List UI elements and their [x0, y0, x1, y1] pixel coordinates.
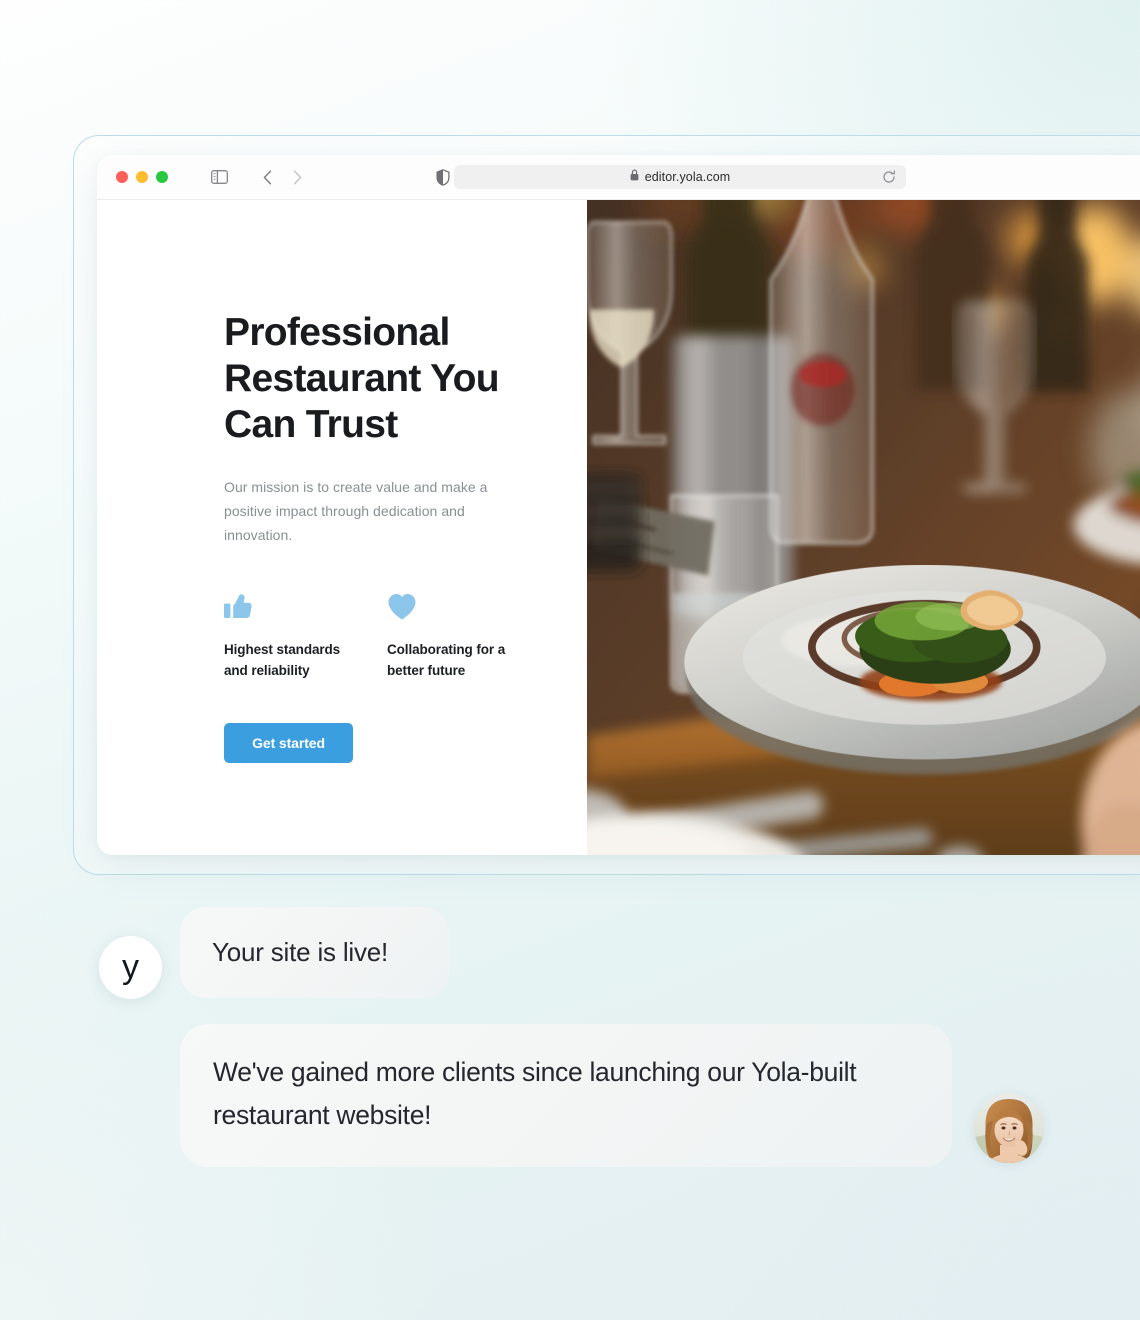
browser-titlebar: editor.yola.com	[97, 155, 1140, 200]
sidebar-toggle-icon[interactable]	[206, 164, 232, 190]
yola-brand-avatar: y	[99, 936, 162, 999]
yola-logo-mark: y	[122, 947, 139, 986]
window-controls[interactable]	[116, 171, 168, 183]
chevron-left-icon[interactable]	[254, 164, 280, 190]
feature-item: Highest standards and reliability	[224, 592, 387, 681]
url-text: editor.yola.com	[644, 170, 731, 184]
chat-message-yola: Your site is live!	[180, 907, 449, 998]
thumbs-up-icon	[224, 592, 387, 624]
hero-image	[587, 200, 1140, 855]
minimize-window-button[interactable]	[136, 171, 148, 183]
shield-icon[interactable]	[430, 164, 456, 190]
lock-icon	[630, 168, 639, 186]
client-avatar	[974, 1093, 1044, 1163]
chat-message-client: We've gained more clients since launchin…	[180, 1024, 952, 1167]
reload-icon[interactable]	[880, 168, 898, 186]
feature-item: Collaborating for a better future	[387, 592, 550, 681]
website-viewport: Professional Restaurant You Can Trust Ou…	[97, 200, 1140, 855]
hero-text-panel: Professional Restaurant You Can Trust Ou…	[97, 200, 587, 855]
chevron-right-icon[interactable]	[284, 164, 310, 190]
maximize-window-button[interactable]	[156, 171, 168, 183]
address-bar[interactable]: editor.yola.com	[454, 165, 906, 189]
navigation-arrows[interactable]	[254, 164, 310, 190]
feature-label: Highest standards and reliability	[224, 642, 341, 678]
feature-label: Collaborating for a better future	[387, 642, 506, 678]
get-started-button[interactable]: Get started	[224, 723, 353, 763]
browser-window: editor.yola.com Professional Restaurant …	[97, 155, 1140, 855]
close-window-button[interactable]	[116, 171, 128, 183]
feature-list: Highest standards and reliability Collab…	[224, 592, 587, 681]
heart-icon	[387, 592, 550, 624]
page-title: Professional Restaurant You Can Trust	[224, 311, 500, 446]
hero-subtitle: Our mission is to create value and make …	[224, 479, 488, 543]
